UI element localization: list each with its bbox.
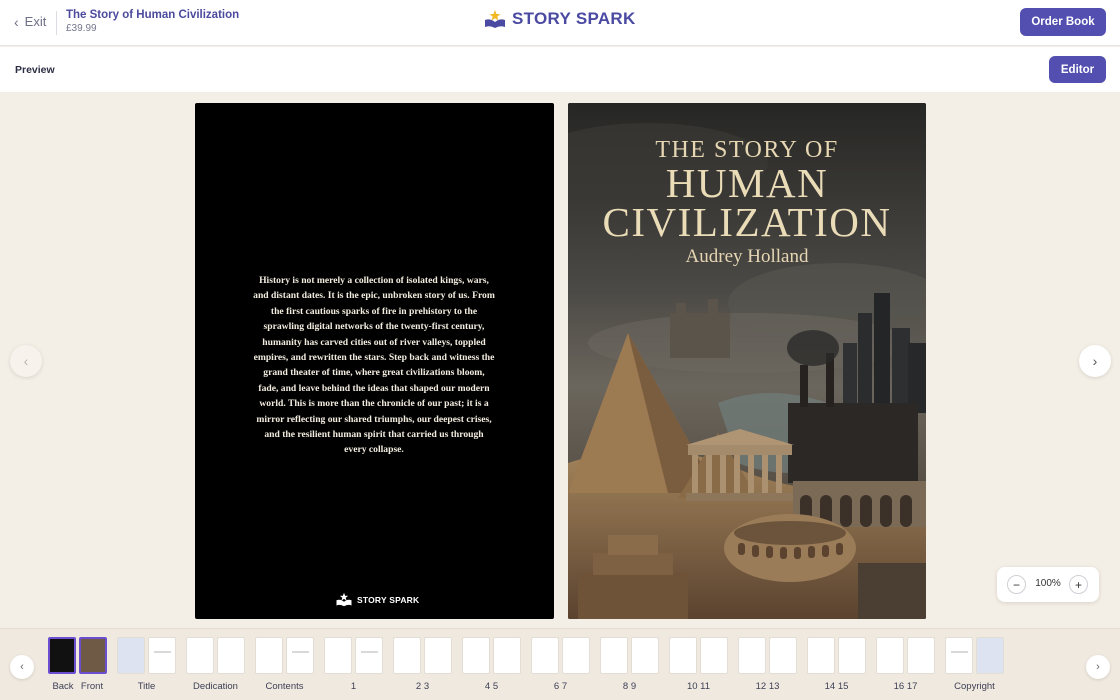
zoom-in-button[interactable]: + bbox=[1069, 575, 1088, 594]
exit-button[interactable]: ‹ Exit bbox=[14, 14, 46, 29]
chevron-left-icon: ‹ bbox=[14, 13, 19, 30]
editor-button[interactable]: Editor bbox=[1049, 56, 1106, 83]
chevron-left-icon: ‹ bbox=[20, 661, 24, 673]
thumbnail-page-1-left[interactable] bbox=[324, 637, 352, 674]
minus-icon: − bbox=[1012, 577, 1020, 592]
zoom-out-button[interactable]: − bbox=[1007, 575, 1026, 594]
back-cover-logo: STORY SPARK bbox=[335, 592, 419, 607]
thumbnail-label: 4 5 bbox=[484, 681, 499, 692]
zoom-level: 100% bbox=[1035, 578, 1061, 589]
thumbnail-label: Back bbox=[52, 681, 74, 692]
thumbnail-label: 1 bbox=[350, 681, 357, 692]
cover-author: Audrey Holland bbox=[685, 246, 809, 267]
thumbnail-dedication-left[interactable] bbox=[186, 637, 214, 674]
thumbnail-page-2[interactable] bbox=[393, 637, 421, 674]
thumbnail-page-14[interactable] bbox=[807, 637, 835, 674]
exit-label: Exit bbox=[24, 14, 47, 29]
thumbnail-page-6[interactable] bbox=[531, 637, 559, 674]
thumbnail-title-right[interactable] bbox=[148, 637, 176, 674]
thumbnail-label: 10 11 bbox=[686, 681, 711, 692]
thumbnail-label: 12 13 bbox=[755, 681, 780, 692]
thumbnail-page-12[interactable] bbox=[738, 637, 766, 674]
thumbnail-title-left[interactable] bbox=[117, 637, 145, 674]
thumbnail-label: Contents bbox=[265, 681, 304, 692]
thumbnail-page-3[interactable] bbox=[424, 637, 452, 674]
thumbnail-label: 14 15 bbox=[824, 681, 849, 692]
back-cover-page: History is not merely a collection of is… bbox=[195, 103, 554, 619]
thumbnail-label: 8 9 bbox=[622, 681, 637, 692]
thumbnail-page-9[interactable] bbox=[631, 637, 659, 674]
zoom-control: − 100% + bbox=[997, 567, 1099, 602]
thumbnail-label: Title bbox=[137, 681, 156, 692]
top-header: ‹ Exit The Story of Human Civilization £… bbox=[0, 0, 1120, 46]
thumbnail-page-7[interactable] bbox=[562, 637, 590, 674]
thumbnail-label: Copyright bbox=[954, 681, 995, 692]
thumbnail-page-4[interactable] bbox=[462, 637, 490, 674]
thumbnail-page-15[interactable] bbox=[838, 637, 866, 674]
thumbnail-label: 6 7 bbox=[553, 681, 568, 692]
thumbnails-next-button[interactable]: › bbox=[1086, 655, 1110, 679]
back-cover-logo-text: STORY SPARK bbox=[357, 594, 420, 605]
chevron-left-icon: ‹ bbox=[23, 353, 29, 369]
book-price: £39.99 bbox=[66, 23, 97, 34]
thumbnails-prev-button[interactable]: ‹ bbox=[10, 655, 34, 679]
thumbnail-page-16[interactable] bbox=[876, 637, 904, 674]
header-divider bbox=[56, 11, 57, 35]
thumbnail-back-cover[interactable] bbox=[48, 637, 76, 674]
thumbnail-copyright-left[interactable] bbox=[945, 637, 973, 674]
story-spark-logo-icon bbox=[336, 592, 352, 607]
thumbnail-label: 2 3 bbox=[415, 681, 430, 692]
thumbnail-contents-right[interactable] bbox=[286, 637, 314, 674]
order-book-button[interactable]: Order Book bbox=[1020, 8, 1106, 36]
thumbnail-label: Dedication bbox=[193, 681, 238, 692]
front-cover-page: THE STORY OF HUMAN CIVILIZATION Audrey H… bbox=[568, 103, 926, 619]
chevron-right-icon: › bbox=[1092, 353, 1098, 369]
thumbnail-page-11[interactable] bbox=[700, 637, 728, 674]
back-cover-blurb: History is not merely a collection of is… bbox=[253, 275, 495, 456]
plus-icon: + bbox=[1074, 577, 1082, 592]
brand-logo: STORY SPARK bbox=[484, 9, 636, 29]
preview-label: Preview bbox=[15, 64, 55, 76]
thumbnail-copyright-right[interactable] bbox=[976, 637, 1004, 674]
thumbnail-page-1-right[interactable] bbox=[355, 637, 383, 674]
thumbnail-front-cover[interactable] bbox=[79, 637, 107, 674]
thumbnail-page-5[interactable] bbox=[493, 637, 521, 674]
thumbnail-page-10[interactable] bbox=[669, 637, 697, 674]
chevron-right-icon: › bbox=[1096, 661, 1100, 673]
thumbnail-page-8[interactable] bbox=[600, 637, 628, 674]
thumbnail-label: 16 17 bbox=[893, 681, 918, 692]
previous-page-button[interactable]: ‹ bbox=[10, 345, 42, 377]
cover-title-line-3: CIVILIZATION bbox=[602, 199, 892, 245]
story-spark-logo-icon bbox=[485, 10, 505, 28]
thumbnail-page-17[interactable] bbox=[907, 637, 935, 674]
thumbnail-contents-left[interactable] bbox=[255, 637, 283, 674]
thumbnail-label: Front bbox=[80, 681, 104, 692]
book-title: The Story of Human Civilization bbox=[66, 9, 240, 21]
preview-toolbar: Preview bbox=[0, 47, 1120, 92]
next-page-button[interactable]: › bbox=[1079, 345, 1111, 377]
brand-name: STORY SPARK bbox=[512, 9, 636, 28]
thumbnail-page-13[interactable] bbox=[769, 637, 797, 674]
thumbnail-dedication-right[interactable] bbox=[217, 637, 245, 674]
